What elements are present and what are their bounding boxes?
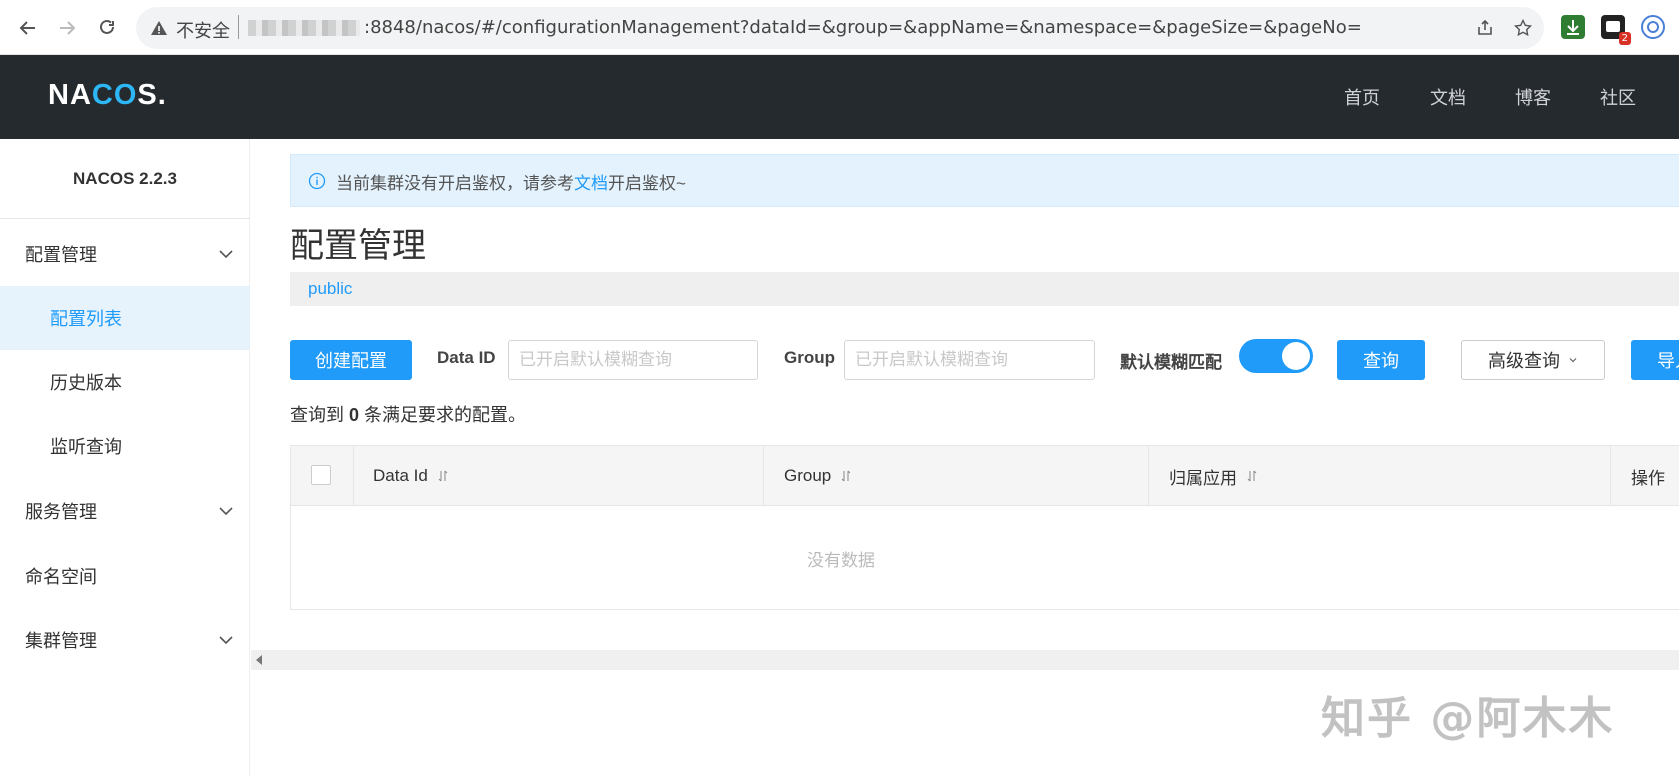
create-config-button[interactable]: 创建配置 [290,340,412,380]
profile-extension-icon[interactable] [1641,15,1665,39]
sidebar-item-history[interactable]: 历史版本 [0,350,250,414]
sidebar-item-cluster-management[interactable]: 集群管理 [0,608,250,672]
browser-toolbar: 不安全 :8848/nacos/#/configurationManagemen… [0,0,1679,55]
sidebar-item-label: 配置管理 [25,245,97,265]
nav-link-community[interactable]: 社区 [1600,84,1636,110]
sort-icon[interactable] [841,470,851,482]
sidebar-item-label: 历史版本 [50,373,122,393]
page-title: 配置管理 [290,227,426,265]
group-label: Group [784,348,835,367]
watermark: 知乎 @阿木木 [1321,693,1615,744]
insecure-label: 不安全 [176,21,230,42]
version-label: NACOS 2.2.3 [0,139,250,219]
url-text: :8848/nacos/#/configurationManagement?da… [364,17,1362,38]
address-bar[interactable]: 不安全 :8848/nacos/#/configurationManagemen… [136,7,1544,49]
switch-knob [1282,342,1310,370]
sidebar-item-label: 集群管理 [25,631,97,651]
sidebar-item-config-management[interactable]: 配置管理 [0,222,250,286]
extension-badge: 2 [1618,32,1631,45]
namespace-bar: public [290,272,1679,306]
sort-icon[interactable] [1247,470,1257,482]
nacos-logo[interactable]: NACOS. [48,79,167,112]
sidebar-item-service-management[interactable]: 服务管理 [0,479,250,543]
nav-link-docs[interactable]: 文档 [1430,84,1466,110]
fuzzy-match-label: 默认模糊匹配 [1120,353,1222,372]
chevron-down-icon [219,636,233,645]
sidebar-item-label: 配置列表 [50,309,122,329]
app-header: NACOS. 首页 文档 博客 社区 [0,55,1679,139]
sidebar-item-namespace[interactable]: 命名空间 [0,544,250,608]
column-header-actions: 操作 [1631,468,1665,488]
forward-icon[interactable] [53,14,81,42]
back-icon[interactable] [14,14,42,42]
select-all-cell [291,446,354,506]
sidebar-item-label: 监听查询 [50,437,122,457]
download-extension-icon[interactable] [1561,15,1585,39]
table-header: Data Id Group 归属应用 操作 [291,446,1679,506]
data-id-input[interactable] [508,340,758,380]
info-icon [308,172,326,190]
sort-icon[interactable] [438,470,448,482]
query-button[interactable]: 查询 [1337,340,1425,380]
nav-link-blog[interactable]: 博客 [1515,84,1551,110]
auth-notice: 当前集群没有开启鉴权，请参考文档开启鉴权~ [290,154,1679,207]
data-id-label: Data ID [437,348,496,367]
notice-text: 当前集群没有开启鉴权，请参考文档开启鉴权~ [336,174,686,193]
select-all-checkbox[interactable] [311,465,331,485]
nav-link-home[interactable]: 首页 [1344,84,1380,110]
bookmark-star-icon[interactable] [1512,17,1534,39]
empty-state: 没有数据 [807,550,875,570]
horizontal-scrollbar[interactable] [251,650,1679,670]
import-button[interactable]: 导入 [1631,340,1679,380]
column-header-data-id[interactable]: Data Id [354,446,764,506]
sidebar: NACOS 2.2.3 配置管理 配置列表 历史版本 监听查询 服务管理 命名空… [0,139,250,776]
fuzzy-match-switch[interactable] [1239,339,1313,373]
warning-icon [151,21,167,35]
namespace-tab-public[interactable]: public [308,279,352,299]
address-separator [238,15,239,39]
advanced-query-button[interactable]: 高级查询 [1461,340,1605,380]
reload-icon[interactable] [93,14,121,42]
sidebar-item-label: 命名空间 [25,567,97,587]
column-header-group[interactable]: Group [764,446,1149,506]
sidebar-item-listener-query[interactable]: 监听查询 [0,414,250,478]
chevron-down-icon [219,250,233,259]
extension-icon[interactable]: 2 [1601,15,1631,45]
scroll-left-arrow-icon[interactable] [256,655,262,665]
result-summary: 查询到 0 条满足要求的配置。 [290,405,527,425]
redacted-host [248,20,360,36]
chevron-down-icon [1569,358,1577,363]
share-icon[interactable] [1474,17,1496,39]
sidebar-item-config-list[interactable]: 配置列表 [0,286,250,350]
chevron-down-icon [219,507,233,516]
group-input[interactable] [844,340,1095,380]
docs-link[interactable]: 文档 [574,174,608,193]
config-table: Data Id Group 归属应用 操作 没有数据 [290,445,1679,610]
sidebar-item-label: 服务管理 [25,502,97,522]
advanced-query-label: 高级查询 [1488,351,1560,371]
result-count: 0 [349,405,360,425]
main-content: 当前集群没有开启鉴权，请参考文档开启鉴权~ 配置管理 public 创建配置 D… [251,139,1679,776]
column-header-app[interactable]: 归属应用 [1149,446,1611,506]
